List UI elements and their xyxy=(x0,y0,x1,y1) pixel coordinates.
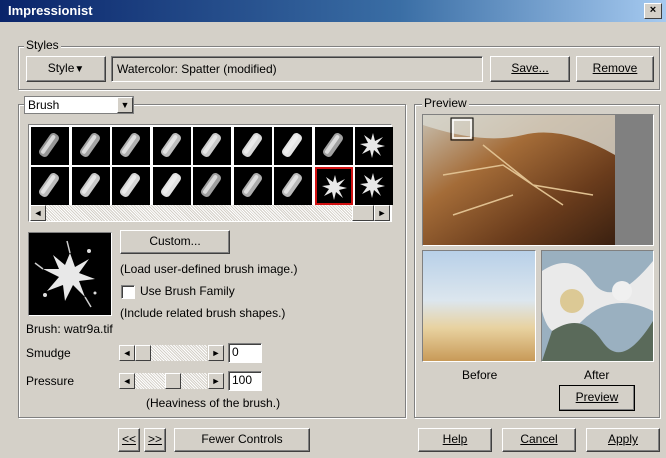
smudge-increase-button[interactable]: ► xyxy=(208,345,224,361)
close-icon[interactable]: × xyxy=(644,3,662,19)
brush-thumbnail[interactable] xyxy=(31,127,69,165)
brush-thumbnail[interactable] xyxy=(355,167,393,205)
smudge-slider-thumb[interactable] xyxy=(135,345,151,361)
smudge-decrease-button[interactable]: ◄ xyxy=(119,345,135,361)
brush-thumbnail[interactable] xyxy=(152,127,191,165)
window-title: Impressionist xyxy=(8,3,93,18)
pressure-value-field[interactable]: 100 xyxy=(228,371,262,391)
brush-thumbnail[interactable] xyxy=(314,127,353,165)
brush-thumbnail[interactable] xyxy=(71,167,110,205)
brush-thumbnail[interactable] xyxy=(193,127,231,165)
palette-scroll-track[interactable] xyxy=(46,205,354,221)
palette-scroll-left-button[interactable]: ◄ xyxy=(30,205,46,221)
smudge-label: Smudge xyxy=(26,346,71,360)
title-bar[interactable]: Impressionist × xyxy=(0,0,666,22)
brush-thumbnail[interactable] xyxy=(314,167,353,205)
brush-preview-image xyxy=(28,232,112,316)
help-label: Help xyxy=(442,432,468,446)
style-menu-button[interactable]: Style▼ xyxy=(26,56,106,82)
use-brush-family-checkbox[interactable] xyxy=(121,285,135,299)
brush-name: Brush: watr9a.tif xyxy=(26,322,113,336)
help-button[interactable]: Help xyxy=(418,428,492,452)
apply-label: Apply xyxy=(607,432,639,446)
use-brush-family-label: Use Brush Family xyxy=(140,284,235,298)
preview-button[interactable]: Preview xyxy=(559,385,635,411)
dropdown-arrow-icon: ▼ xyxy=(74,64,85,75)
after-thumbnail xyxy=(542,251,653,361)
brush-dropdown[interactable]: Brush ▼ xyxy=(24,96,134,114)
custom-brush-button[interactable]: Custom... xyxy=(120,230,230,254)
impressionist-dialog: Impressionist × Styles Style▼ Watercolor… xyxy=(0,0,666,458)
save-label: Save... xyxy=(511,61,549,75)
aerial-landscape-image xyxy=(423,115,653,245)
brush-thumbnail[interactable] xyxy=(355,127,393,165)
brush-thumbnail[interactable] xyxy=(193,167,231,205)
remove-button[interactable]: Remove xyxy=(576,56,654,82)
next-label: >> xyxy=(147,432,162,446)
brush-dropdown-value: Brush xyxy=(28,98,60,112)
cancel-label: Cancel xyxy=(520,432,558,446)
next-button[interactable]: >> xyxy=(144,428,166,452)
brush-thumbnail[interactable] xyxy=(112,127,150,165)
custom-brush-hint: (Load user-defined brush image.) xyxy=(120,262,298,276)
before-thumbnail xyxy=(423,251,535,361)
save-button[interactable]: Save... xyxy=(490,56,570,82)
brush-thumbnail[interactable] xyxy=(233,167,272,205)
pressure-increase-button[interactable]: ► xyxy=(208,373,224,389)
pressure-slider-thumb[interactable] xyxy=(165,373,181,389)
style-button-label: Style xyxy=(47,61,75,75)
brush-thumbnail[interactable] xyxy=(112,167,150,205)
dropdown-arrow-icon[interactable]: ▼ xyxy=(117,97,133,113)
brush-thumbnail[interactable] xyxy=(31,167,69,205)
brush-thumbnail[interactable] xyxy=(152,167,191,205)
pressure-hint: (Heaviness of the brush.) xyxy=(146,396,281,410)
smudge-value-field[interactable]: 0 xyxy=(228,343,262,363)
brush-thumbnail[interactable] xyxy=(233,127,272,165)
previous-button[interactable]: << xyxy=(118,428,140,452)
before-image xyxy=(422,250,536,362)
preview-button-label: Preview xyxy=(575,390,619,404)
preview-group-label: Preview xyxy=(422,96,469,110)
styles-group-label: Styles xyxy=(24,38,61,52)
brush-thumbnail[interactable] xyxy=(274,127,312,165)
cancel-button[interactable]: Cancel xyxy=(502,428,576,452)
previous-label: << xyxy=(121,432,136,446)
palette-scroll-thumb[interactable] xyxy=(352,205,374,221)
apply-button[interactable]: Apply xyxy=(586,428,660,452)
brush-family-hint: (Include related brush shapes.) xyxy=(120,306,286,320)
after-image xyxy=(541,250,654,362)
splatter-brush-image xyxy=(34,240,97,308)
fewer-controls-button[interactable]: Fewer Controls xyxy=(174,428,310,452)
preview-navigator-image[interactable] xyxy=(422,114,654,246)
palette-scroll-right-button[interactable]: ► xyxy=(374,205,390,221)
brush-thumbnail[interactable] xyxy=(71,127,110,165)
before-label: Before xyxy=(462,368,498,382)
remove-label: Remove xyxy=(592,61,638,75)
current-style-field: Watercolor: Spatter (modified) xyxy=(111,56,483,82)
pressure-label: Pressure xyxy=(26,374,75,388)
pressure-decrease-button[interactable]: ◄ xyxy=(119,373,135,389)
brush-thumbnail[interactable] xyxy=(274,167,312,205)
after-label: After xyxy=(584,368,610,382)
